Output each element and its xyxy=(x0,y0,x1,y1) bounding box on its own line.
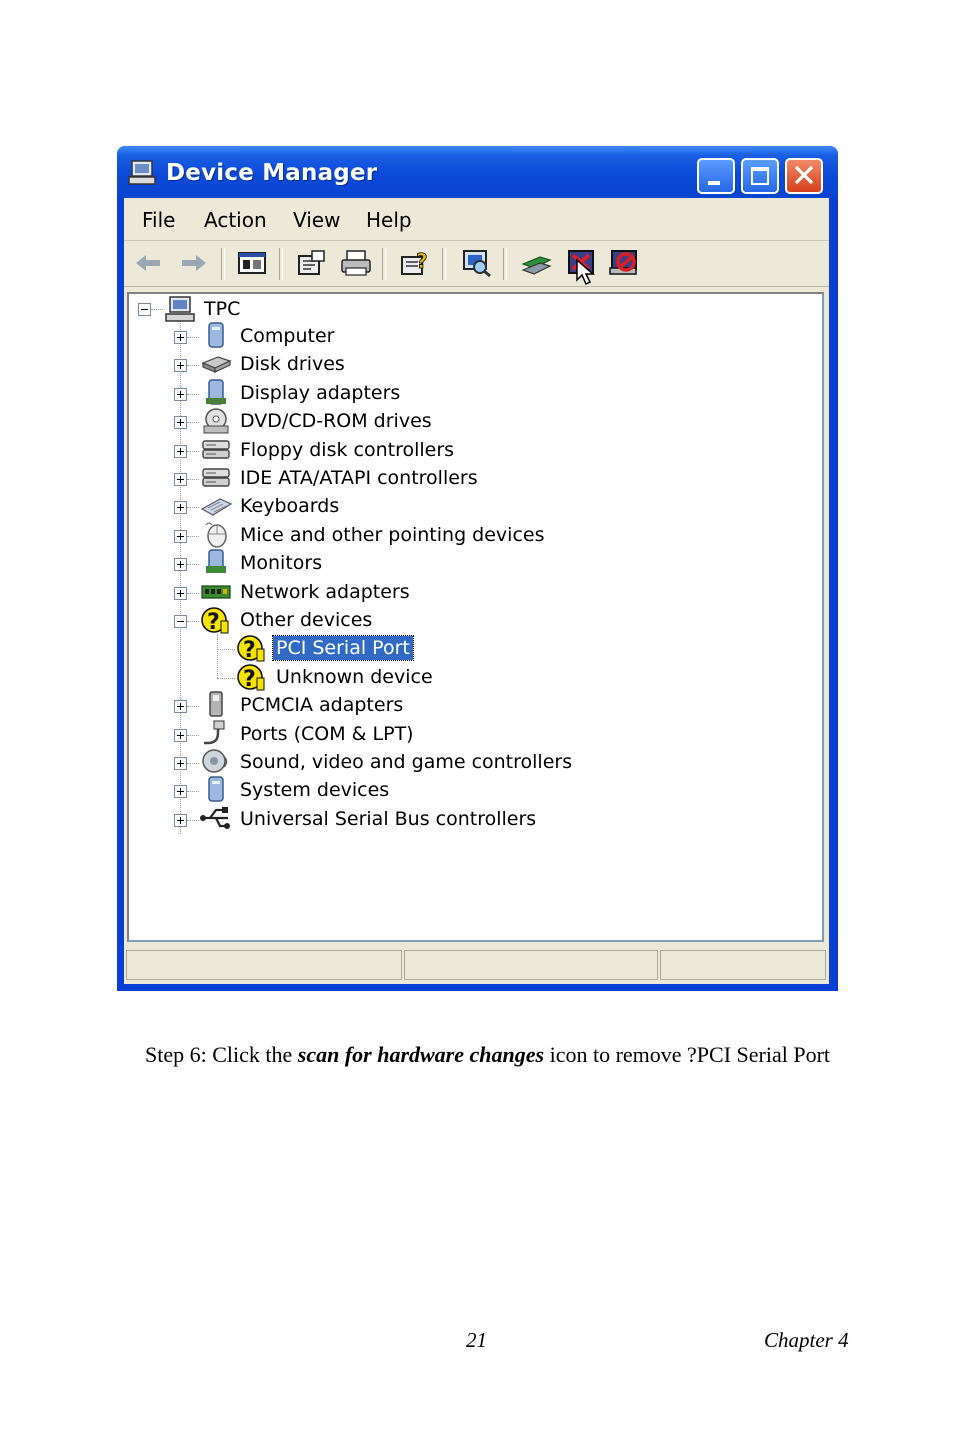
controller-icon xyxy=(202,468,230,487)
expand-toggle[interactable] xyxy=(174,530,187,543)
step-emphasis: scan for hardware changes xyxy=(297,1042,545,1067)
page-number: 21 xyxy=(466,1328,487,1352)
mouse-cursor-icon xyxy=(576,258,595,286)
window-title: Device Manager xyxy=(166,160,378,186)
tree-item-label[interactable]: Disk drives xyxy=(240,352,345,376)
maximize-icon xyxy=(751,167,769,185)
expand-toggle[interactable] xyxy=(174,473,187,486)
close-icon xyxy=(794,165,814,185)
computer-icon xyxy=(208,322,224,348)
title-bar[interactable]: Device Manager xyxy=(117,146,838,198)
network-adapter-icon xyxy=(201,585,231,599)
expand-toggle[interactable] xyxy=(174,388,187,401)
expand-toggle[interactable] xyxy=(174,501,187,514)
status-bar xyxy=(124,946,829,984)
unknown-device-icon: ? xyxy=(237,664,265,692)
maximize-button[interactable] xyxy=(741,158,779,194)
device-manager-window: Device Manager File Action View Help ? T… xyxy=(117,146,838,991)
uninstall-icon[interactable] xyxy=(565,248,599,286)
expand-toggle[interactable] xyxy=(174,785,187,798)
computer-root-icon xyxy=(165,296,195,322)
tree-item-label[interactable]: DVD/CD-ROM drives xyxy=(240,409,432,433)
expand-toggle[interactable] xyxy=(174,331,187,344)
help-icon[interactable]: ? xyxy=(399,248,433,278)
show-hide-console-tree-icon[interactable] xyxy=(236,248,270,278)
properties-icon[interactable] xyxy=(295,248,329,278)
window-client: File Action View Help ? TPC Computer Dis… xyxy=(124,198,829,984)
tree-item-label[interactable]: Unknown device xyxy=(276,665,433,689)
step-instruction: Step 6: Click the scan for hardware chan… xyxy=(145,1040,855,1069)
menu-file[interactable]: File xyxy=(142,208,175,232)
tree-item-label[interactable]: Universal Serial Bus controllers xyxy=(240,807,536,831)
menu-action[interactable]: Action xyxy=(204,208,267,232)
tree-item-selected[interactable]: PCI Serial Port xyxy=(272,635,414,661)
chapter-label: Chapter 4 xyxy=(764,1328,849,1352)
forward-arrow-icon[interactable] xyxy=(176,248,210,278)
controller-icon xyxy=(202,440,230,459)
expand-toggle[interactable] xyxy=(174,416,187,429)
back-arrow-icon[interactable] xyxy=(132,248,166,278)
step-suffix: icon to remove ?PCI Serial Port xyxy=(544,1042,831,1067)
unknown-device-icon: ? xyxy=(201,607,229,635)
cdrom-icon xyxy=(203,408,229,434)
device-manager-icon xyxy=(128,160,156,185)
tree-item-label[interactable]: Ports (COM & LPT) xyxy=(240,722,414,746)
pcmcia-icon xyxy=(209,691,223,717)
close-button[interactable] xyxy=(785,158,823,194)
expand-toggle[interactable] xyxy=(174,558,187,571)
display-adapter-icon xyxy=(206,379,226,405)
collapse-toggle[interactable] xyxy=(174,615,187,628)
tree-item-label[interactable]: Sound, video and game controllers xyxy=(240,750,572,774)
update-driver-icon[interactable] xyxy=(520,248,554,278)
sound-icon xyxy=(202,749,228,773)
tree-item-label[interactable]: Floppy disk controllers xyxy=(240,438,454,462)
monitor-icon xyxy=(206,549,226,573)
svg-text:?: ? xyxy=(416,249,428,273)
tree-item-label[interactable]: Other devices xyxy=(240,608,372,632)
menu-help[interactable]: Help xyxy=(366,208,412,232)
expand-toggle[interactable] xyxy=(174,814,187,827)
tree-item-label[interactable]: Display adapters xyxy=(240,381,400,405)
expand-toggle[interactable] xyxy=(174,757,187,770)
tree-item-label[interactable]: Mice and other pointing devices xyxy=(240,523,544,547)
toolbar: ? xyxy=(124,242,829,287)
tree-item-label[interactable]: Network adapters xyxy=(240,580,410,604)
menu-bar: File Action View Help xyxy=(124,198,829,241)
svg-text:?: ? xyxy=(243,667,256,692)
svg-text:?: ? xyxy=(243,638,256,663)
svg-text:?: ? xyxy=(207,610,220,635)
device-tree[interactable]: TPC Computer Disk drives Display adapters D… xyxy=(127,292,824,942)
usb-icon xyxy=(200,807,230,829)
expand-toggle[interactable] xyxy=(174,445,187,458)
expand-toggle[interactable] xyxy=(174,359,187,372)
port-icon xyxy=(204,720,225,745)
disk-drive-icon xyxy=(201,356,232,373)
keyboard-icon xyxy=(200,498,232,516)
minimize-button[interactable] xyxy=(697,158,735,194)
tree-root-label[interactable]: TPC xyxy=(204,297,240,321)
mouse-icon xyxy=(205,522,227,548)
unknown-device-icon: ? xyxy=(237,635,265,663)
step-prefix: Step 6: Click the xyxy=(145,1042,298,1067)
tree-item-label[interactable]: System devices xyxy=(240,778,389,802)
scan-hardware-changes-icon[interactable] xyxy=(460,248,494,278)
disable-icon[interactable] xyxy=(608,248,642,278)
menu-view[interactable]: View xyxy=(293,208,340,232)
print-icon[interactable] xyxy=(339,248,373,278)
expand-toggle[interactable] xyxy=(174,729,187,742)
tree-item-label[interactable]: Monitors xyxy=(240,551,322,575)
tree-item-label[interactable]: PCMCIA adapters xyxy=(240,693,403,717)
expand-toggle[interactable] xyxy=(174,587,187,600)
minimize-icon xyxy=(708,181,720,185)
tree-item-label[interactable]: Keyboards xyxy=(240,494,339,518)
root-collapse-toggle[interactable] xyxy=(138,303,151,316)
expand-toggle[interactable] xyxy=(174,700,187,713)
tree-item-label[interactable]: IDE ATA/ATAPI controllers xyxy=(240,466,478,490)
tree-item-label[interactable]: Computer xyxy=(240,324,334,348)
system-device-icon xyxy=(208,776,224,802)
